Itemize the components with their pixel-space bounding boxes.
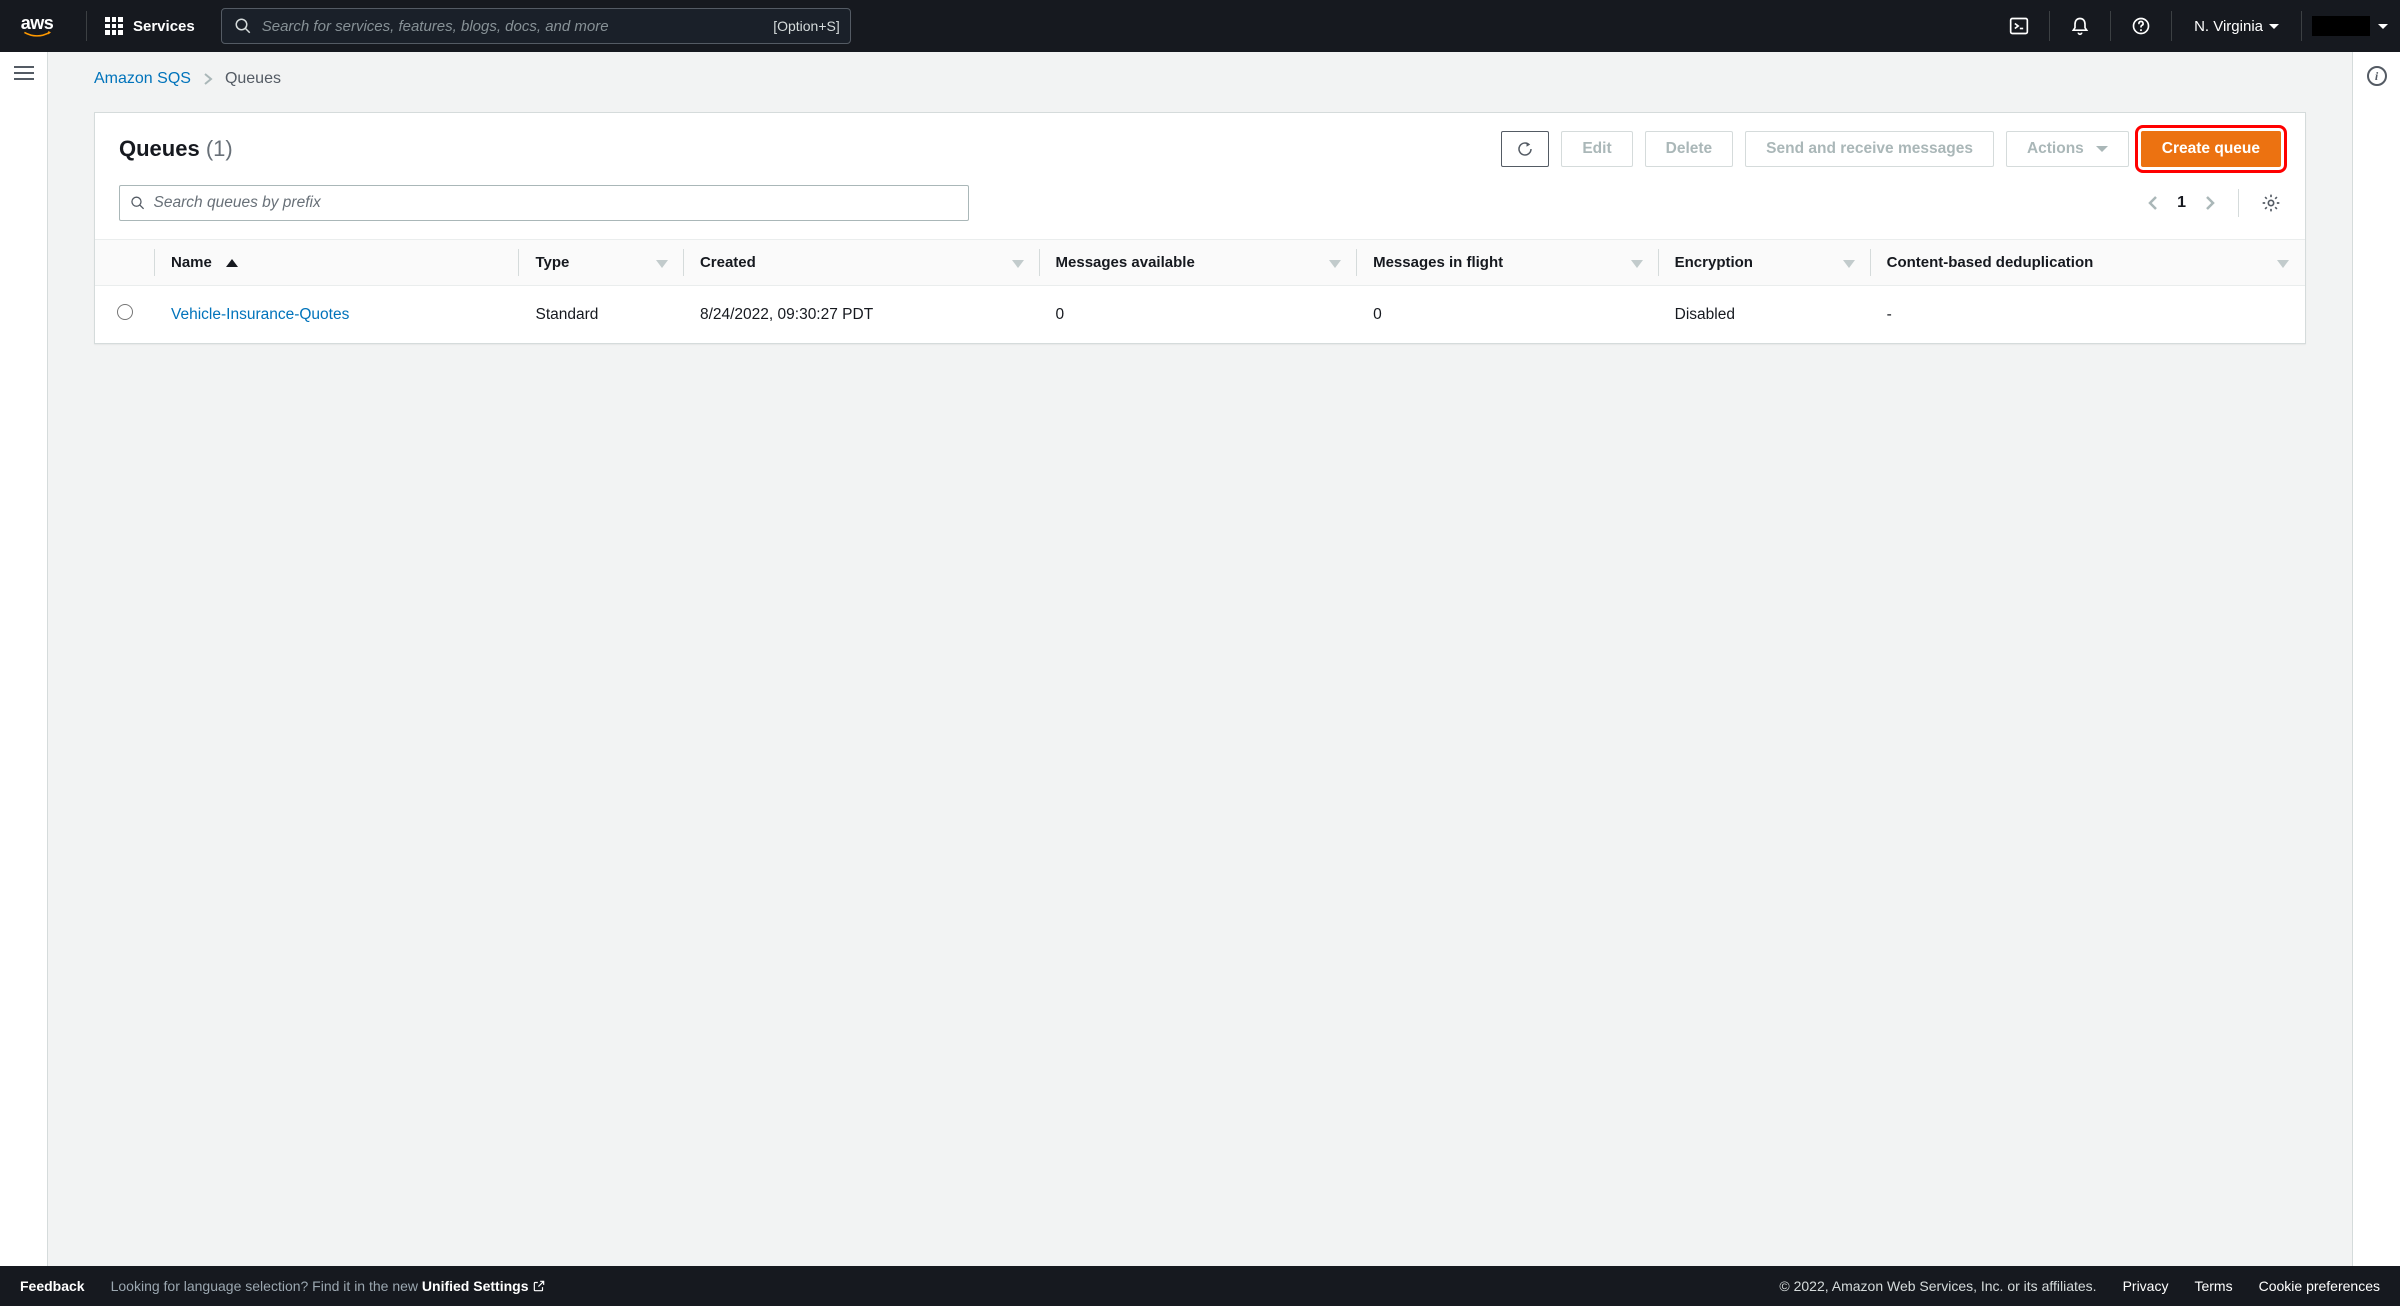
col-created[interactable]: Created (684, 240, 1040, 286)
cell-dedup: - (1871, 286, 2305, 344)
breadcrumb-service-link[interactable]: Amazon SQS (94, 70, 191, 88)
cell-messages-available: 0 (1040, 286, 1358, 344)
help-button[interactable] (2121, 6, 2161, 46)
cloudshell-button[interactable] (1999, 6, 2039, 46)
sort-asc-icon (226, 259, 238, 267)
divider (2110, 11, 2111, 41)
cell-messages-in-flight: 0 (1357, 286, 1659, 344)
notifications-button[interactable] (2060, 6, 2100, 46)
queues-panel: Queues (1) Edit Delete Send and receive … (94, 112, 2306, 344)
cookie-prefs-link[interactable]: Cookie preferences (2259, 1278, 2380, 1294)
divider (2301, 11, 2302, 41)
pager-prev[interactable] (2147, 194, 2159, 212)
left-rail (0, 52, 48, 1266)
edit-button[interactable]: Edit (1561, 131, 1632, 167)
send-receive-button[interactable]: Send and receive messages (1745, 131, 1994, 167)
pager-next[interactable] (2204, 194, 2216, 212)
sort-icon (1329, 260, 1341, 268)
panel-title-count: (1) (206, 136, 233, 161)
copyright: © 2022, Amazon Web Services, Inc. or its… (1779, 1278, 2096, 1294)
info-panel-toggle[interactable]: i (2367, 66, 2387, 86)
search-icon (130, 195, 146, 211)
queues-table: Name Type Created (95, 239, 2305, 343)
table-settings-button[interactable] (2261, 193, 2281, 213)
actions-dropdown[interactable]: Actions (2006, 131, 2129, 167)
services-menu-button[interactable]: Services (97, 11, 203, 41)
refresh-icon (1516, 140, 1534, 158)
sort-icon (1843, 260, 1855, 268)
cell-created: 8/24/2022, 09:30:27 PDT (684, 286, 1040, 344)
panel-title: Queues (1) (119, 136, 233, 162)
bell-icon (2070, 16, 2090, 36)
caret-down-icon (2096, 146, 2108, 152)
breadcrumb: Amazon SQS Queues (94, 70, 2306, 88)
caret-down-icon (2378, 24, 2388, 29)
sort-icon (1631, 260, 1643, 268)
col-messages-in-flight[interactable]: Messages in flight (1357, 240, 1659, 286)
col-name[interactable]: Name (155, 240, 519, 286)
help-icon (2131, 16, 2151, 36)
region-selector[interactable]: N. Virginia (2182, 18, 2291, 35)
global-search[interactable]: [Option+S] (221, 8, 851, 44)
aws-logo[interactable]: aws (20, 14, 54, 38)
delete-button[interactable]: Delete (1645, 131, 1734, 167)
col-encryption[interactable]: Encryption (1659, 240, 1871, 286)
divider (2049, 11, 2050, 41)
gear-icon (2261, 193, 2281, 213)
col-select (95, 240, 155, 286)
queue-search[interactable] (119, 185, 969, 221)
terms-link[interactable]: Terms (2194, 1278, 2232, 1294)
caret-down-icon (2269, 24, 2279, 29)
lang-hint: Looking for language selection? Find it … (111, 1278, 547, 1294)
panel-title-text: Queues (119, 136, 200, 161)
chevron-left-icon (2147, 194, 2159, 212)
sort-icon (1012, 260, 1024, 268)
side-nav-toggle[interactable] (14, 66, 34, 80)
account-name-redacted (2312, 16, 2370, 36)
right-rail: i (2352, 52, 2400, 1266)
row-select-radio[interactable] (117, 304, 133, 320)
divider (86, 11, 87, 41)
chevron-right-icon (2204, 194, 2216, 212)
external-link-icon (532, 1279, 546, 1293)
pager-current: 1 (2177, 194, 2186, 212)
search-icon (234, 17, 252, 35)
col-messages-available[interactable]: Messages available (1040, 240, 1358, 286)
global-search-input[interactable] (262, 18, 838, 35)
cloudshell-icon (2009, 16, 2029, 36)
feedback-link[interactable]: Feedback (20, 1278, 85, 1294)
region-label: N. Virginia (2194, 18, 2263, 35)
unified-settings-link[interactable]: Unified Settings (422, 1278, 547, 1294)
divider (2171, 11, 2172, 41)
chevron-right-icon (203, 72, 213, 86)
divider (2238, 189, 2239, 217)
account-menu[interactable] (2312, 16, 2388, 36)
create-queue-button[interactable]: Create queue (2141, 131, 2281, 167)
col-type[interactable]: Type (519, 240, 683, 286)
grid-icon (105, 17, 123, 35)
search-shortcut-hint: [Option+S] (773, 18, 840, 34)
footer: Feedback Looking for language selection?… (0, 1266, 2400, 1306)
cell-type: Standard (519, 286, 683, 344)
breadcrumb-current: Queues (225, 70, 281, 88)
col-dedup[interactable]: Content-based deduplication (1871, 240, 2305, 286)
sort-icon (656, 260, 668, 268)
actions-label: Actions (2027, 140, 2084, 158)
table-row[interactable]: Vehicle-Insurance-Quotes Standard 8/24/2… (95, 286, 2305, 344)
queue-search-input[interactable] (154, 194, 958, 212)
queue-name-link[interactable]: Vehicle-Insurance-Quotes (171, 306, 349, 323)
main-content: Amazon SQS Queues Queues (1) Edit Delete… (48, 52, 2352, 1266)
top-nav: aws Services [Option+S] N. Virginia (0, 0, 2400, 52)
sort-icon (2277, 260, 2289, 268)
privacy-link[interactable]: Privacy (2123, 1278, 2169, 1294)
services-label: Services (133, 18, 195, 35)
cell-encryption: Disabled (1659, 286, 1871, 344)
refresh-button[interactable] (1501, 131, 1549, 167)
